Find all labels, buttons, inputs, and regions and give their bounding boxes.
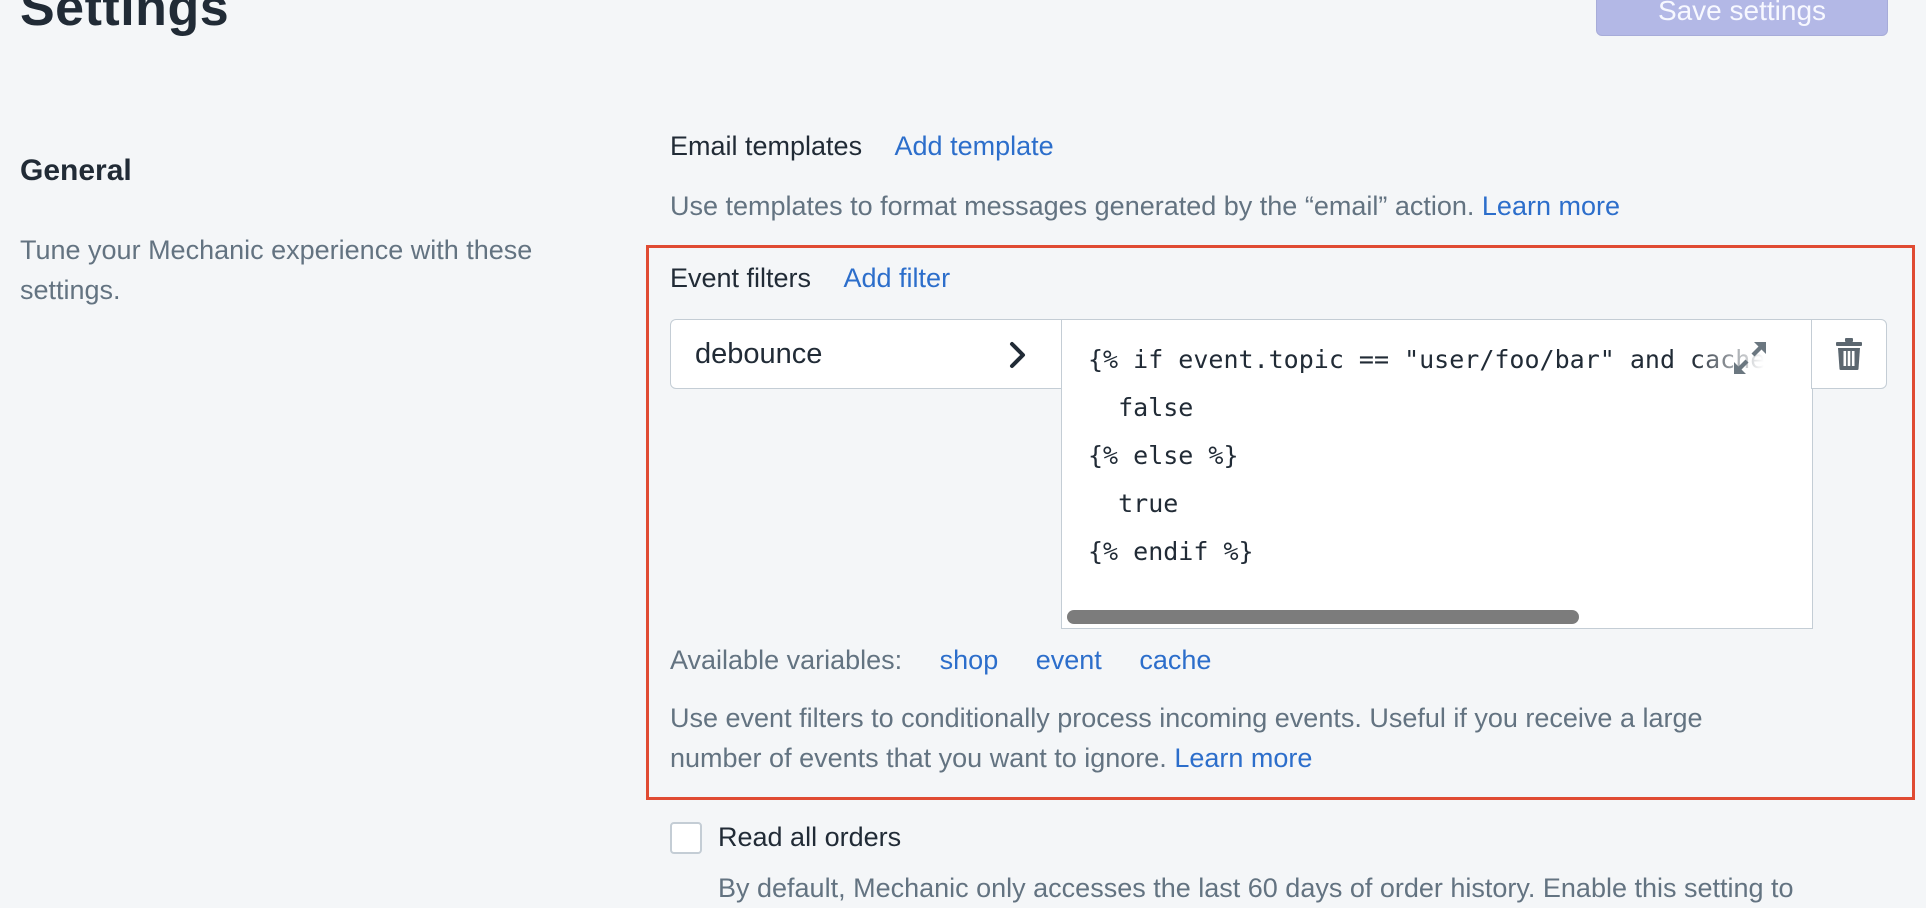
section-description: Tune your Mechanic experience with these… [20,235,533,305]
code-content: {% if event.topic == "user/foo/bar" and … [1088,336,1765,576]
expand-icon[interactable] [1730,338,1770,378]
available-variables-label: Available variables: [670,645,903,675]
delete-filter-button[interactable] [1811,319,1887,389]
event-filters-help-line2: number of events that you want to ignore… [670,743,1167,773]
variable-link-shop[interactable]: shop [940,645,999,675]
available-variables-row: Available variables: shop event cache [670,640,1211,680]
email-templates-help-text: Use templates to format messages generat… [670,191,1475,221]
code-line: false [1088,393,1194,422]
variable-link-event[interactable]: event [1036,645,1102,675]
email-templates-label: Email templates [670,131,863,161]
event-filters-learn-more-link[interactable]: Learn more [1174,743,1312,773]
event-filters-help-line1: Use event filters to conditionally proce… [670,703,1703,733]
code-line: {% endif %} [1088,537,1254,566]
code-line: {% if event.topic == "user/foo/bar" and … [1088,345,1766,374]
filter-code-editor[interactable]: {% if event.topic == "user/foo/bar" and … [1061,319,1813,629]
code-line: true [1088,489,1179,518]
chevron-right-icon [1010,342,1025,368]
email-templates-help: Use templates to format messages generat… [670,186,1620,226]
event-filters-label: Event filters [670,263,812,293]
event-filters-help: Use event filters to conditionally proce… [670,698,1890,778]
filter-name-toggle[interactable]: debounce [670,319,1063,389]
variable-link-cache[interactable]: cache [1139,645,1211,675]
add-template-link[interactable]: Add template [895,131,1054,161]
read-all-orders-label: Read all orders [718,822,902,852]
filter-name: debounce [695,337,823,370]
page-title: Settings [20,0,230,37]
horizontal-scrollbar[interactable] [1067,610,1579,624]
email-templates-row: Email templates Add template [670,131,1054,162]
code-line: {% else %} [1088,441,1239,470]
read-all-orders-checkbox[interactable] [670,822,702,854]
trash-icon [1836,338,1862,370]
read-all-orders-help: By default, Mechanic only accesses the l… [718,873,1794,903]
save-settings-button[interactable]: Save settings [1596,0,1888,36]
section-title-general: General [20,154,132,187]
add-filter-link[interactable]: Add filter [844,263,951,293]
email-templates-learn-more-link[interactable]: Learn more [1482,191,1620,221]
event-filters-row: Event filters Add filter [670,263,950,294]
